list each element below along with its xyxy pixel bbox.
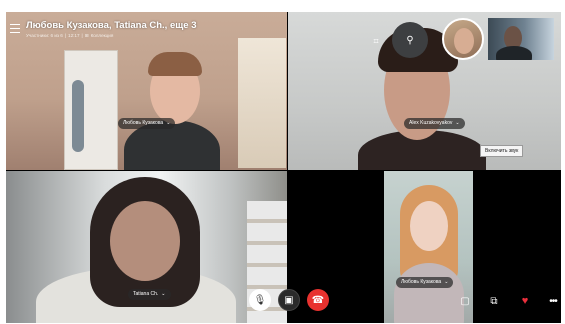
video-tile-3[interactable]: Tatiana Ch. ⌄ xyxy=(6,171,287,323)
more-options-icon[interactable]: ••• xyxy=(546,294,560,308)
gallery-label[interactable]: Коллекция xyxy=(91,33,114,39)
phone-hangup-icon: ☎ xyxy=(311,294,325,306)
participant-name-tag[interactable]: Tatiana Ch. ⌄ xyxy=(128,289,171,300)
chevron-down-icon: ⌄ xyxy=(444,279,449,285)
heart-icon[interactable]: ♥ xyxy=(518,294,532,308)
chevron-down-icon: ⌄ xyxy=(455,120,460,126)
participant-count: Участники: 6 из 6 xyxy=(26,33,63,38)
call-title: Любовь Кузакова, Tatiana Ch., еще 3 xyxy=(26,20,197,31)
hangup-button[interactable]: ☎ xyxy=(307,289,329,311)
door-handle xyxy=(72,80,84,152)
participant-name: Alex Kuzakovyakov xyxy=(409,120,453,126)
call-header: Любовь Кузакова, Tatiana Ch., еще 3 Учас… xyxy=(10,20,196,39)
menu-icon[interactable] xyxy=(10,24,20,33)
add-people-icon[interactable]: ⚲ xyxy=(392,22,428,58)
thumbnail-body xyxy=(496,46,532,60)
separator: | xyxy=(64,33,67,38)
call-timer: 12:17 xyxy=(68,33,80,38)
self-face xyxy=(454,28,474,54)
participant-name: Любовь Кузакова xyxy=(123,120,164,126)
video-camera-icon: ▣ xyxy=(284,294,294,306)
separator: | xyxy=(81,33,83,38)
unmute-tooltip: Включить звук xyxy=(480,145,524,157)
shelf xyxy=(238,38,286,168)
self-preview[interactable] xyxy=(442,18,484,60)
participant-name: Tatiana Ch. xyxy=(133,291,159,297)
call-subtitle: Участники: 6 из 6 | 12:17 | ⊞ Коллекция xyxy=(26,33,196,39)
participant-name-tag[interactable]: Любовь Кузакова ⌄ xyxy=(118,118,176,129)
participant-face xyxy=(110,201,180,281)
microphone-icon: 🎙 xyxy=(253,294,267,306)
participant-face xyxy=(410,201,448,251)
switch-view-icon[interactable]: ⧉ xyxy=(487,294,501,308)
participant-thumbnail[interactable] xyxy=(488,18,554,60)
participant-name: Любовь Кузакова xyxy=(401,279,442,285)
mic-button[interactable]: 🎙 xyxy=(249,289,271,311)
chat-icon[interactable]: ▢ xyxy=(458,294,472,308)
participant-body xyxy=(394,263,464,323)
chevron-down-icon: ⌄ xyxy=(166,120,171,126)
chevron-down-icon: ⌄ xyxy=(161,291,166,297)
participant-name-tag[interactable]: Любовь Кузакова ⌄ xyxy=(396,277,454,288)
video-button[interactable]: ▣ xyxy=(278,289,300,311)
participant-name-tag[interactable]: Alex Kuzakovyakov ⌄ xyxy=(404,118,465,129)
crop-icon[interactable]: ⌗ xyxy=(367,34,385,48)
participant-hair xyxy=(148,52,202,76)
call-window: Любовь Кузакова ⌄ Alex Kuzakovyakov ⌄ Ta… xyxy=(6,12,561,323)
gallery-icon: ⊞ xyxy=(84,33,89,38)
